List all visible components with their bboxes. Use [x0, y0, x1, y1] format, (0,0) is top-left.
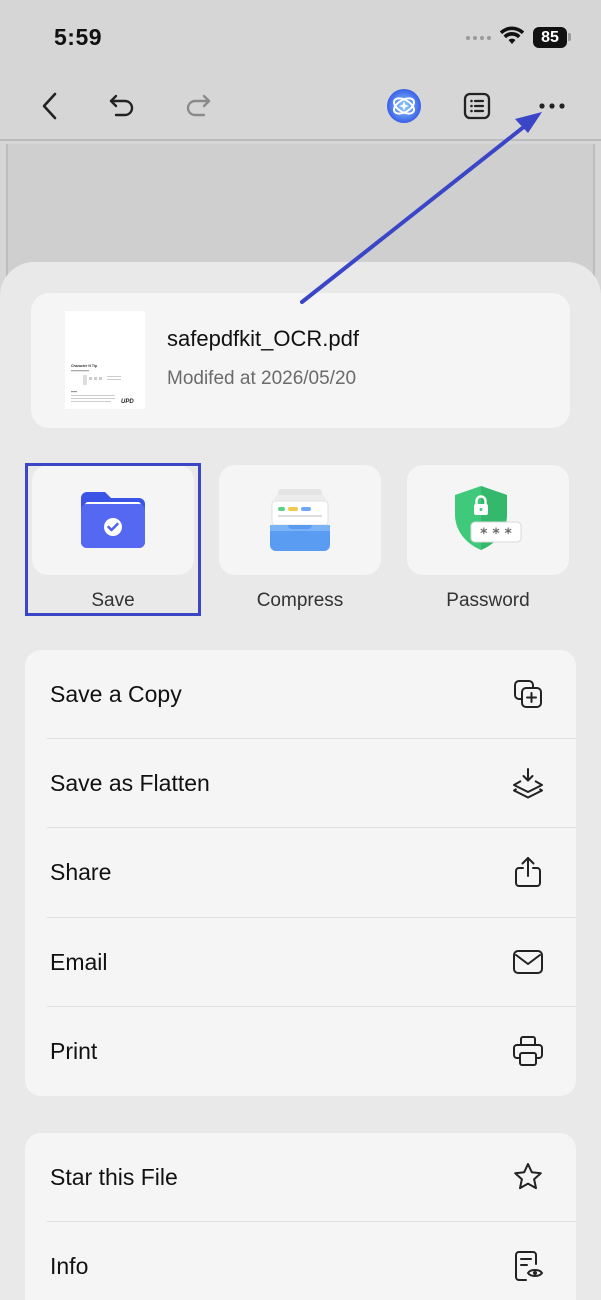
battery-level: 85	[533, 27, 567, 48]
file-modified-date: Modifed at 2026/05/20	[167, 368, 357, 389]
svg-text:* * *: * * *	[480, 526, 512, 542]
file-extra-menu: Star this File Info	[25, 1133, 576, 1300]
compress-label: Compress	[256, 590, 344, 611]
menu-item-star-this-file[interactable]: Star this File	[25, 1133, 576, 1223]
outline-button[interactable]	[457, 86, 497, 126]
back-button[interactable]	[30, 86, 70, 126]
cellular-signal-icon	[466, 36, 491, 40]
password-action[interactable]: * * * Password	[407, 465, 569, 612]
more-icon	[539, 103, 565, 109]
flatten-layers-icon	[513, 768, 543, 799]
menu-item-label: Save a Copy	[50, 681, 182, 707]
redo-icon	[186, 94, 211, 117]
menu-item-label: Info	[50, 1253, 89, 1280]
save-annotation-box	[25, 463, 201, 616]
thumbnail-logo: UPD	[121, 399, 134, 405]
ai-assistant-button[interactable]	[384, 86, 424, 126]
copy-plus-icon	[514, 680, 542, 708]
status-bar: 5:59 85	[0, 0, 601, 70]
redo-button[interactable]	[178, 86, 218, 126]
back-icon	[42, 92, 57, 120]
info-doc-icon	[515, 1251, 544, 1282]
file-actions-menu: Save a Copy Save as Flatten Share Email	[25, 650, 576, 1096]
ai-assistant-icon	[387, 89, 421, 123]
menu-item-label: Star this File	[50, 1164, 178, 1190]
menu-item-label: Share	[50, 859, 112, 886]
menu-item-label: Email	[50, 948, 108, 975]
menu-item-save-a-copy[interactable]: Save a Copy	[25, 650, 576, 740]
thumbnail-preview: Character N Tip UPD	[71, 364, 134, 405]
menu-item-info[interactable]: Info	[25, 1222, 576, 1300]
undo-button[interactable]	[102, 86, 142, 126]
compress-tray-icon	[270, 489, 330, 551]
star-icon	[514, 1163, 542, 1190]
menu-item-save-as-flatten[interactable]: Save as Flatten	[25, 739, 576, 829]
wifi-icon	[499, 26, 525, 44]
menu-item-label: Save as Flatten	[50, 770, 210, 797]
mail-icon	[513, 949, 543, 974]
menu-item-print[interactable]: Print	[25, 1007, 576, 1096]
password-tile[interactable]: * * *	[407, 465, 569, 575]
file-thumbnail: Character N Tip UPD	[65, 311, 145, 409]
more-button[interactable]	[532, 86, 572, 126]
compress-tile[interactable]	[219, 465, 381, 575]
password-label: Password	[446, 590, 530, 611]
file-name: safepdfkit_OCR.pdf	[167, 326, 359, 351]
thumbnail-title: Character N Tip	[71, 364, 97, 368]
undo-icon	[109, 94, 134, 117]
compress-action[interactable]: Compress	[219, 465, 381, 612]
battery-tip	[568, 33, 571, 41]
top-toolbar	[0, 72, 601, 140]
menu-item-email[interactable]: Email	[25, 918, 576, 1007]
printer-icon	[513, 1035, 543, 1066]
toolbar-divider	[0, 139, 601, 141]
outline-icon	[463, 92, 491, 120]
share-icon	[515, 857, 541, 888]
status-time: 5:59	[54, 24, 103, 50]
shield-lock-icon: * * *	[455, 486, 522, 550]
menu-item-label: Print	[50, 1037, 98, 1064]
menu-item-share[interactable]: Share	[25, 828, 576, 918]
file-info-card: Character N Tip UPD safepdfkit_OCR.pdf M…	[31, 293, 570, 428]
